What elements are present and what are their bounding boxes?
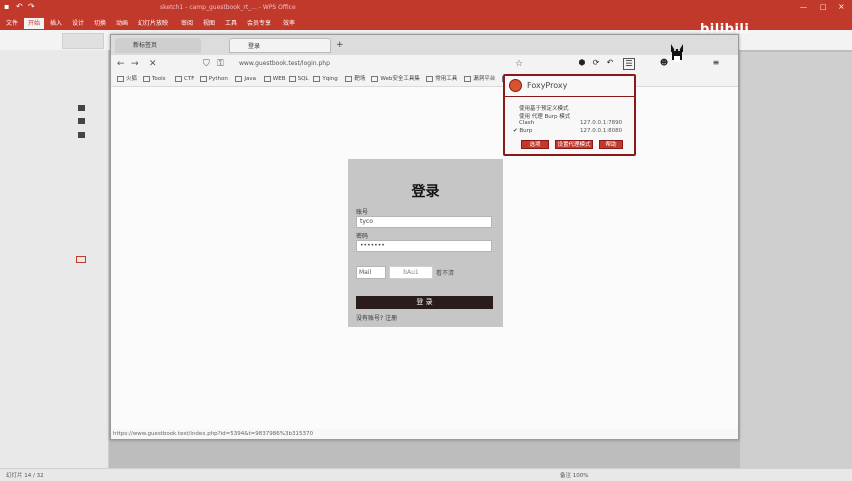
bookmark-item[interactable]: Python (199, 75, 228, 84)
browser-tab-newtab[interactable]: 新标签页 (115, 38, 201, 53)
ribbon-tab[interactable]: 会员专享 (243, 18, 275, 29)
help-button[interactable]: 帮助 (599, 140, 623, 149)
redo-icon[interactable]: ↷ (28, 3, 36, 11)
history-back-icon[interactable]: ↶ (605, 58, 615, 68)
ribbon-tab[interactable]: 设计 (68, 18, 88, 29)
bookmark-item[interactable]: 火狐 (117, 75, 137, 84)
ribbon-tab[interactable]: 效率 (279, 18, 299, 29)
bookmark-item[interactable]: Yqing (313, 75, 338, 84)
foxyproxy-header: FoxyProxy (505, 76, 634, 97)
foxyproxy-title: FoxyProxy (527, 81, 568, 90)
proxy-option-burp[interactable]: ✔ Burp (513, 128, 532, 134)
close-icon[interactable]: × (838, 3, 846, 11)
proxy-option-clash[interactable]: Clash (519, 120, 534, 126)
status-left-text: 幻灯片 14 / 32 (6, 473, 44, 479)
ribbon-tab[interactable]: 视图 (199, 18, 219, 29)
maximize-icon[interactable]: □ (820, 3, 828, 11)
options-button[interactable]: 选项 (521, 140, 549, 149)
back-icon[interactable]: ← (117, 59, 125, 69)
status-right-text: 备注 100% (560, 473, 589, 479)
save-icon[interactable]: ▪ (4, 3, 12, 11)
tab-label: 新标签页 (133, 42, 158, 49)
bookmark-item[interactable]: Tools (143, 75, 166, 84)
new-tab-button[interactable]: + (336, 40, 344, 50)
ribbon-tab[interactable]: 插入 (46, 18, 66, 29)
host-window-title: sketch1 - camp_guestbook_rt_... - WPS Of… (160, 4, 296, 11)
slide-thumbnail-panel[interactable] (0, 50, 109, 468)
slide-thumb-icon[interactable] (78, 132, 85, 138)
browser-window: 新标签页 登录 + ← → ✕ ⛉ ⚿ www.guestbook.test/l… (110, 34, 739, 440)
password-label: 密码 (356, 233, 369, 240)
forward-icon[interactable]: → (131, 59, 139, 69)
tab-label: 登录 (248, 43, 261, 50)
set-mode-button[interactable]: 设置代理模式 (555, 140, 593, 149)
status-link-preview: https://www.guestbook.test/index.php?id=… (113, 431, 313, 437)
reload-icon[interactable]: ✕ (149, 59, 157, 69)
login-button[interactable]: 登 录 (356, 296, 493, 309)
ribbon-tab[interactable]: 幻灯片放映 (134, 18, 172, 29)
proxy-option-burp-mode[interactable]: 使用 代理 Burp 模式 (519, 112, 570, 120)
proxy-detail: 127.0.0.1:7890 (580, 120, 623, 126)
browser-tab-strip: 新标签页 登录 + (111, 35, 738, 55)
browser-nav-bar: ← → ✕ ⛉ ⚿ www.guestbook.test/login.php ☆… (111, 55, 738, 74)
proxy-detail: 127.0.0.1:8080 (580, 128, 623, 134)
bookmark-star-icon[interactable]: ☆ (515, 59, 523, 69)
cat-mascot-icon (671, 44, 683, 62)
ribbon-group[interactable] (62, 33, 104, 49)
password-input[interactable]: ••••••• (356, 240, 492, 252)
username-label: 账号 (356, 209, 369, 216)
minimize-icon[interactable]: — (800, 3, 808, 11)
register-link[interactable]: 没有账号? 注册 (356, 313, 397, 322)
bookmark-item[interactable]: 靶场 (345, 75, 365, 84)
option-label: Clash (519, 120, 535, 126)
bookmark-item[interactable]: Java (235, 75, 256, 84)
ribbon-tab[interactable]: 开始 (24, 18, 45, 29)
selected-slide-marker[interactable] (76, 256, 86, 263)
proxy-option-pattern[interactable]: 使用基于预定义模式 (519, 104, 569, 112)
ribbon-tab[interactable]: 切换 (90, 18, 110, 29)
menu-icon[interactable]: ≡ (711, 58, 721, 68)
url-bar[interactable]: www.guestbook.test/login.php (239, 60, 330, 67)
ribbon-tab[interactable]: 工具 (221, 18, 241, 29)
shield-icon[interactable]: ⛉ (203, 59, 210, 69)
sync-icon[interactable]: ⟳ (591, 58, 601, 68)
bookmark-item[interactable]: 常用工具 (426, 75, 457, 84)
host-titlebar: ▪ ↶ ↷ sketch1 - camp_guestbook_rt_... - … (0, 0, 852, 16)
host-right-pane (740, 52, 852, 468)
bookmark-item[interactable]: WEB (263, 75, 285, 84)
login-title: 登录 (411, 184, 440, 200)
ribbon-tab[interactable]: 审阅 (177, 18, 197, 29)
fox-logo-icon (509, 79, 522, 92)
ribbon-tab[interactable]: 动画 (112, 18, 132, 29)
captcha-input[interactable]: Mail (356, 266, 386, 279)
slide-thumb-icon[interactable] (78, 105, 85, 111)
bookmark-item[interactable]: Web安全工具集 (371, 75, 420, 84)
slide-thumb-icon[interactable] (78, 118, 85, 124)
extension-icon[interactable]: ⬢ (577, 58, 587, 68)
bookmarks-bar: 火狐 Tools CTF Python Java WEB SQL Yqing 靶场 Web安全工具… (111, 73, 738, 87)
browser-tab-login[interactable]: 登录 (229, 38, 331, 53)
captcha-image[interactable]: bAu1 (389, 266, 433, 279)
foxyproxy-toolbar-icon[interactable]: ☰ (623, 58, 635, 70)
undo-icon[interactable]: ↶ (16, 3, 24, 11)
bookmark-item[interactable]: SQL (288, 75, 308, 84)
captcha-refresh-link[interactable]: 看不清 (436, 268, 454, 277)
login-form: 登录 账号 tyco 密码 ••••••• Mail bAu1 看不清 登 录 … (348, 159, 503, 327)
lock-icon[interactable]: ⚿ (217, 59, 224, 69)
page-viewport: 登录 账号 tyco 密码 ••••••• Mail bAu1 看不清 登 录 … (111, 87, 738, 429)
bookmark-item[interactable]: 漏洞平台 (464, 75, 495, 84)
foxyproxy-popup: FoxyProxy 使用基于预定义模式 使用 代理 Burp 模式 Clash … (503, 74, 636, 156)
ribbon-tab[interactable]: 文件 (2, 18, 22, 29)
bookmark-item[interactable]: CTF (175, 75, 194, 84)
username-input[interactable]: tyco (356, 216, 492, 228)
option-label: Burp (519, 128, 533, 134)
host-status-bar: 幻灯片 14 / 32 备注 100% (0, 468, 852, 481)
